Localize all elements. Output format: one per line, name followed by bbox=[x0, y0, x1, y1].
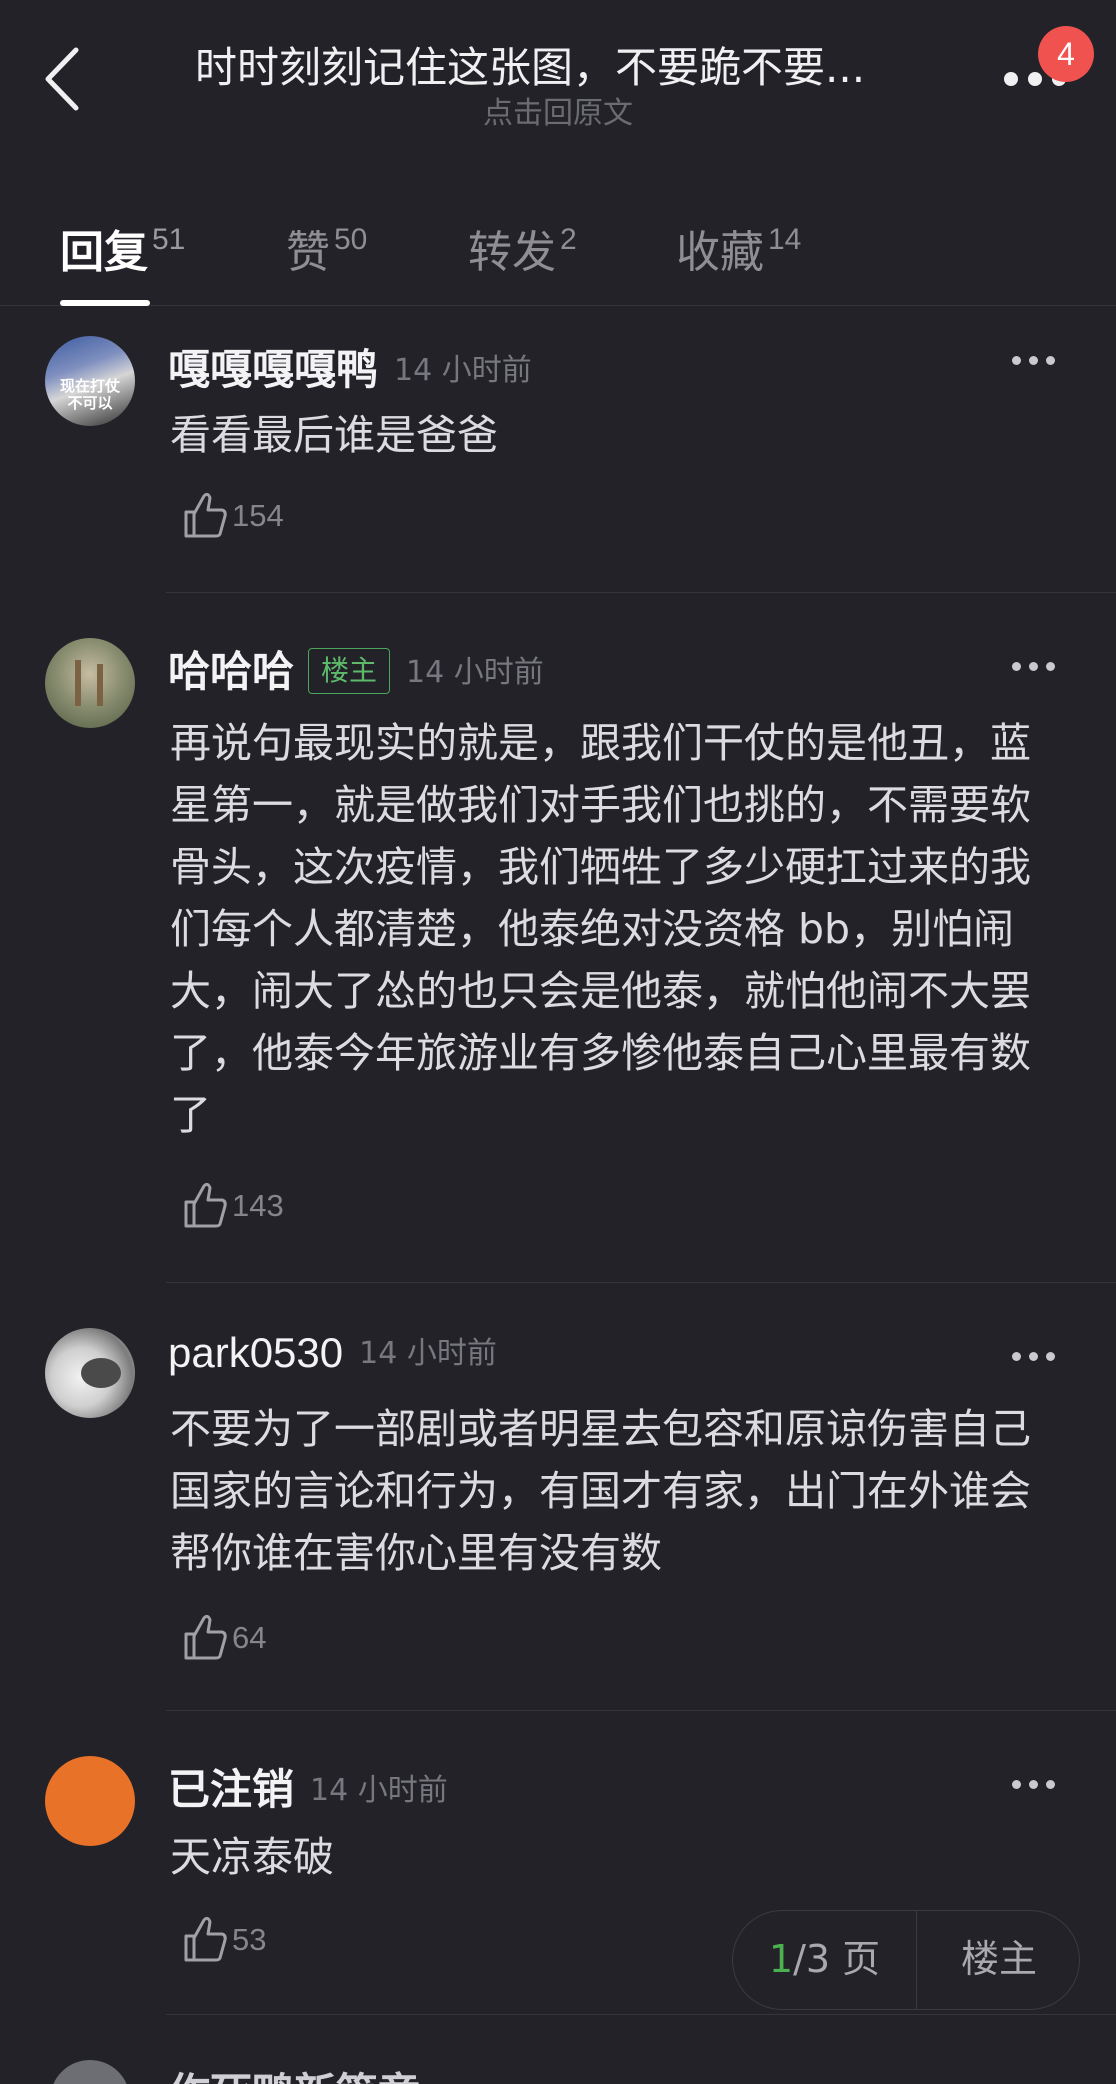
thumbs-up-icon bbox=[184, 1182, 227, 1228]
divider bbox=[166, 592, 1116, 593]
tab-likes[interactable]: 赞 50 bbox=[286, 216, 367, 280]
comment-more-icon[interactable] bbox=[1012, 356, 1056, 366]
like-count: 154 bbox=[232, 498, 284, 533]
author-name[interactable]: 作死鸭新篇章 bbox=[168, 2060, 420, 2084]
comment-time: 14 小时前 bbox=[359, 1336, 497, 1371]
divider bbox=[166, 1710, 1116, 1711]
current-page: 1 bbox=[768, 1937, 794, 1981]
author-name[interactable]: 已注销 bbox=[168, 1765, 294, 1814]
back-to-original-link[interactable]: 点击回原文 bbox=[0, 88, 1116, 132]
author-name[interactable]: park0530 bbox=[168, 1329, 343, 1376]
like-count: 53 bbox=[232, 1922, 267, 1957]
giraffe-shape bbox=[75, 660, 81, 706]
comment-more-icon[interactable] bbox=[1012, 662, 1056, 672]
tab-label: 回复 bbox=[60, 227, 148, 278]
tab-label: 赞 bbox=[286, 227, 330, 278]
post-title[interactable]: 时时刻刻记住这张图，不要跪不要... bbox=[195, 34, 935, 95]
comment-more-icon[interactable] bbox=[1012, 1352, 1056, 1362]
comment-time: 14 小时前 bbox=[406, 655, 544, 690]
comment-text: 看看最后谁是爸爸 bbox=[170, 411, 498, 459]
total-pages: /3 页 bbox=[793, 1937, 881, 1981]
comment-more-icon[interactable] bbox=[1012, 1780, 1056, 1790]
divider bbox=[166, 2014, 1116, 2015]
thumbs-up-icon bbox=[184, 1916, 227, 1962]
comment-text: 不要为了一部剧或者明星去包容和原谅伤害自己国家的言论和行为，有国才有家，出门在外… bbox=[170, 1405, 1031, 1577]
cat-shape bbox=[81, 1358, 121, 1388]
comment-author[interactable]: park0530 14 小时前 bbox=[168, 1328, 497, 1377]
tab-label: 收藏 bbox=[676, 227, 764, 278]
divider bbox=[166, 1282, 1116, 1283]
author-name[interactable]: 嘎嘎嘎嘎鸭 bbox=[168, 345, 378, 394]
comment-text: 天凉泰破 bbox=[170, 1833, 334, 1881]
comment-time: 14 小时前 bbox=[394, 353, 532, 388]
tab-favorites[interactable]: 收藏 14 bbox=[676, 216, 801, 280]
avatar[interactable] bbox=[45, 1756, 135, 1846]
tab-reposts[interactable]: 转发 2 bbox=[468, 216, 577, 280]
tab-count: 51 bbox=[152, 223, 186, 256]
tab-count: 14 bbox=[768, 223, 802, 256]
tab-label: 转发 bbox=[468, 227, 556, 278]
top-bar: 时时刻刻记住这张图，不要跪不要... 点击回原文 4 bbox=[0, 0, 1116, 150]
notification-badge: 4 bbox=[1038, 26, 1094, 82]
page-navigator: 1/3 页 楼主 bbox=[732, 1910, 1080, 2010]
page-indicator-button[interactable]: 1/3 页 bbox=[733, 1911, 917, 2009]
tab-replies[interactable]: 回复 51 bbox=[60, 216, 185, 280]
thumbs-up-icon bbox=[184, 1614, 227, 1660]
comment-author[interactable]: 哈哈哈 楼主 14 小时前 bbox=[168, 638, 544, 699]
op-only-button[interactable]: 楼主 bbox=[919, 1911, 1079, 2009]
avatar[interactable]: 现在打仗 不可以 bbox=[45, 336, 135, 426]
comment-author[interactable]: 已注销 14 小时前 bbox=[168, 1756, 448, 1817]
like-count: 143 bbox=[232, 1188, 284, 1223]
avatar-caption: 现在打仗 不可以 bbox=[59, 377, 120, 412]
avatar[interactable] bbox=[50, 2060, 130, 2084]
tab-bar: 回复 51 赞 50 转发 2 收藏 14 bbox=[0, 200, 1116, 306]
avatar[interactable] bbox=[45, 1328, 135, 1418]
op-badge: 楼主 bbox=[308, 648, 391, 694]
like-count: 64 bbox=[232, 1620, 267, 1655]
giraffe-shape bbox=[97, 664, 103, 706]
avatar[interactable] bbox=[45, 638, 135, 728]
comment-text: 再说句最现实的就是，跟我们干仗的是他丑，蓝星第一，就是做我们对手我们也挑的，不需… bbox=[170, 719, 1031, 1139]
active-tab-indicator bbox=[60, 300, 150, 306]
tab-count: 50 bbox=[334, 223, 368, 256]
tab-count: 2 bbox=[560, 223, 577, 256]
comment-author[interactable]: 嘎嘎嘎嘎鸭 14 小时前 bbox=[168, 336, 532, 397]
comment-time: 14 小时前 bbox=[310, 1773, 448, 1808]
author-name[interactable]: 哈哈哈 bbox=[168, 647, 294, 696]
thumbs-up-icon bbox=[184, 492, 227, 538]
